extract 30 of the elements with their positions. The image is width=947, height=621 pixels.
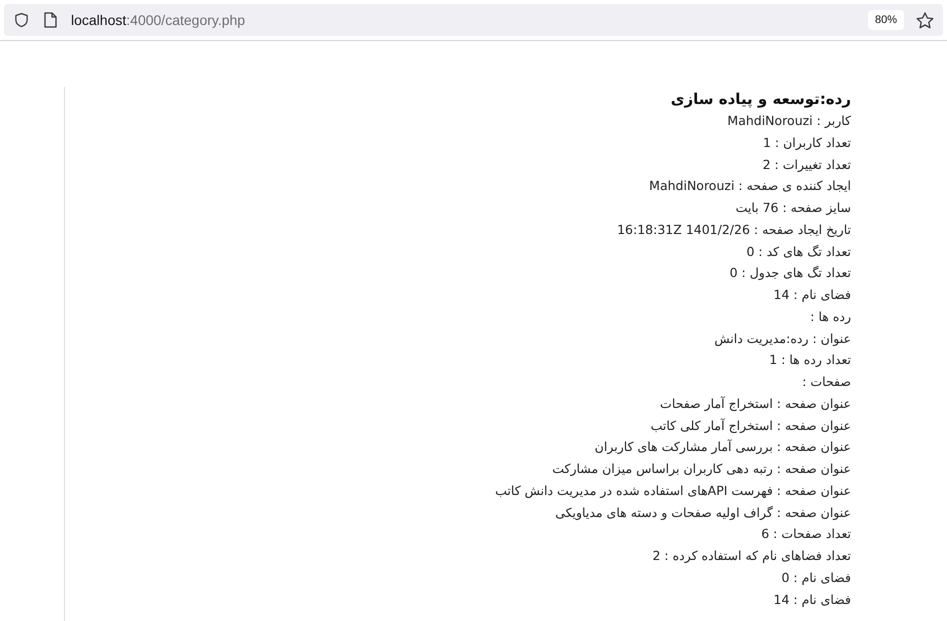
info-line: تاریخ ایجاد صفحه : 1401/2/26 16:18:31Z: [616, 220, 851, 239]
info-line: تعداد کاربران : 1: [762, 134, 851, 152]
url-text[interactable]: localhost:4000/category.php: [71, 12, 246, 28]
bookmark-star-icon[interactable]: [916, 12, 934, 28]
page-icon: [44, 12, 57, 28]
zoom-level-button[interactable]: 80%: [868, 10, 904, 30]
info-line: صفحات :: [801, 373, 851, 391]
info-line: فضای نام : 14: [772, 286, 851, 304]
address-bar[interactable]: localhost:4000/category.php 80%: [4, 4, 943, 36]
info-line: تعداد صفحات : 6: [760, 525, 851, 544]
info-line: فضای نام : 0: [780, 568, 851, 587]
info-line: سایز صفحه : 76 بایت: [734, 199, 851, 217]
info-line: تعداد تگ های جدول : 0: [728, 264, 851, 282]
page-title: رده:توسعه و پیاده سازی: [670, 89, 851, 110]
info-line: عنوان صفحه : استخراج آمار صفحات: [659, 394, 851, 413]
info-line: عنوان صفحه : گراف اولیه صفحات و دسته های مدیاویکی: [554, 504, 851, 522]
info-line: تعداد فضاهای نام که استفاده کرده : 2: [651, 547, 851, 565]
info-line: فضای نام : 14: [772, 590, 851, 609]
info-line: تعداد تغییرات : 2: [762, 156, 851, 174]
info-line: کاربر : MahdiNorouzi: [726, 112, 851, 130]
info-line: عنوان : رده:مدیریت دانش: [713, 330, 851, 348]
info-line: عنوان صفحه : رتبه دهی کاربران براساس میزان مشارکت: [551, 460, 851, 478]
info-line: عنوان صفحه : بررسی آمار مشارکت های کاربران: [594, 438, 851, 456]
info-line: تعداد رده ها : 1: [768, 351, 851, 370]
info-line: عنوان صفحه : فهرست APIهای استفاده شده در مدیریت دانش کاتب: [494, 482, 851, 500]
info-line: ایجاد کننده ی صفحه : MahdiNorouzi: [648, 177, 851, 196]
info-line: رده ها :: [809, 308, 851, 326]
info-line: تعداد تگ های کد : 0: [745, 242, 851, 260]
info-line: عنوان صفحه : استخراج آمار کلی کاتب: [650, 416, 851, 435]
shield-icon[interactable]: [14, 12, 29, 28]
